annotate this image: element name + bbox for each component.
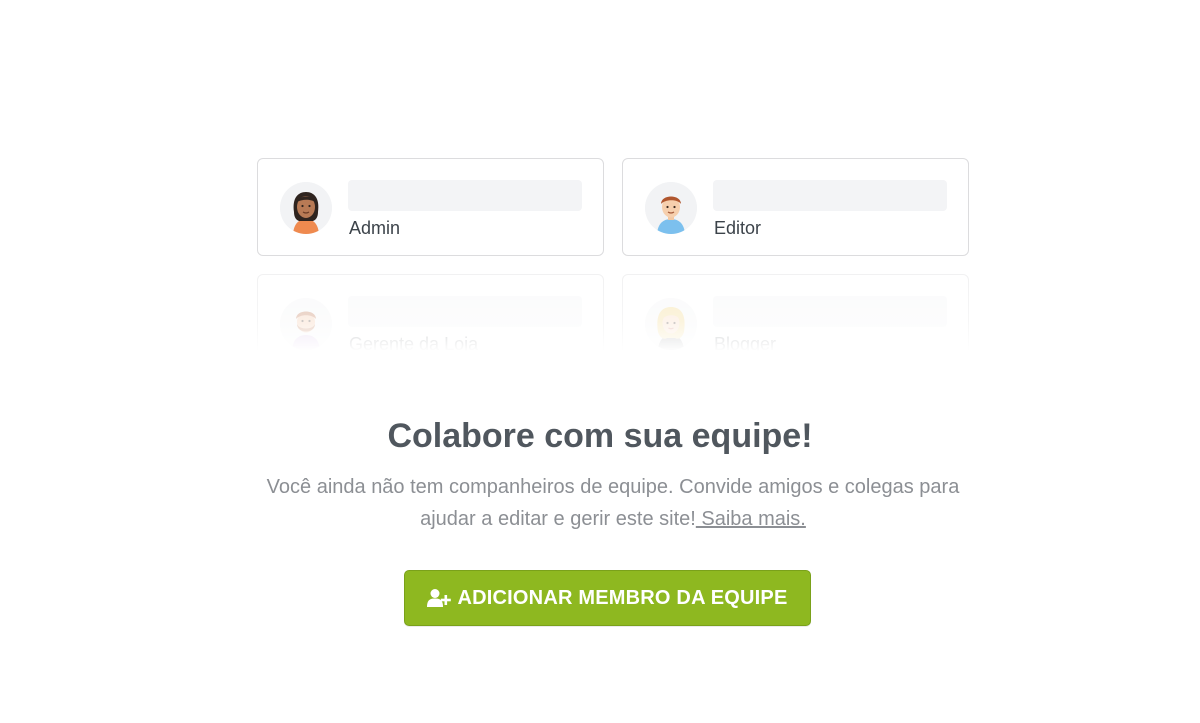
role-card-store-manager: Gerente da Loja (257, 274, 604, 372)
role-label: Blogger (714, 334, 777, 354)
blonde-woman-avatar-icon (645, 298, 697, 350)
add-team-member-label: ADICIONAR MEMBRO DA EQUIPE (457, 586, 788, 609)
empty-state-description: Você ainda não tem companheiros de equip… (220, 471, 1006, 535)
man-avatar-icon (645, 182, 697, 234)
team-role-cards: Admin Editor Gerente da Loja Blogger (253, 158, 974, 372)
learn-more-link[interactable]: Saiba mais. (696, 508, 806, 530)
role-card-admin: Admin (257, 158, 604, 256)
add-user-icon (427, 588, 452, 608)
role-label: Admin (349, 218, 401, 238)
description-line-1: Você ainda não tem companheiros de equip… (266, 476, 960, 498)
role-label: Gerente da Loja (349, 334, 479, 354)
empty-state-title: Colabore com sua equipe! (387, 417, 813, 455)
name-placeholder-bar (713, 180, 947, 211)
name-placeholder-bar (348, 296, 582, 327)
role-card-editor: Editor (622, 158, 969, 256)
description-line-2: ajudar a editar e gerir este site! (420, 508, 696, 530)
role-label: Editor (714, 218, 762, 238)
name-placeholder-bar (713, 296, 947, 327)
bearded-man-avatar-icon (280, 298, 332, 350)
name-placeholder-bar (348, 180, 582, 211)
role-card-blogger: Blogger (622, 274, 969, 372)
add-team-member-button[interactable]: ADICIONAR MEMBRO DA EQUIPE (404, 570, 811, 626)
woman-avatar-icon (280, 182, 332, 234)
